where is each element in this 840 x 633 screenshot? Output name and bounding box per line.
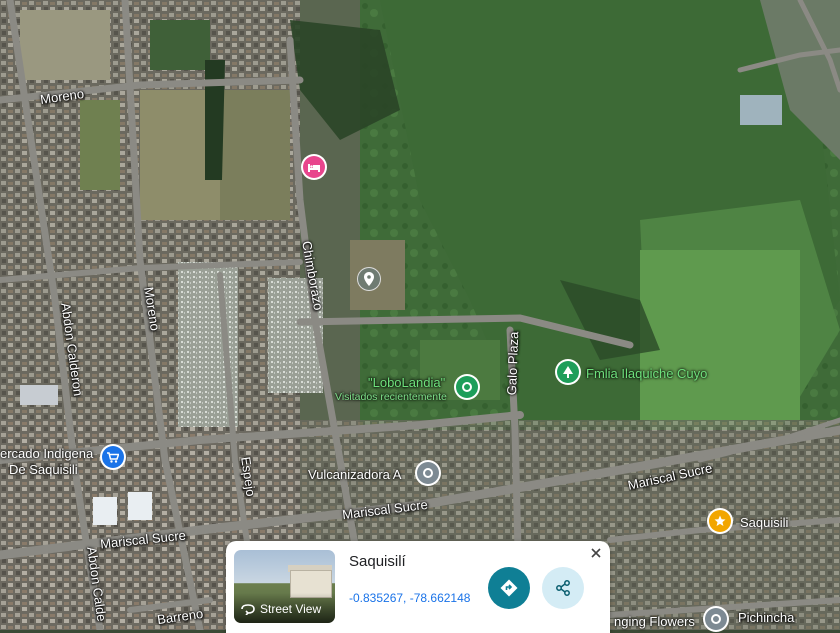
mercado-pin[interactable] bbox=[102, 446, 124, 468]
fmlia-label[interactable]: Fmlia Ilaquiche Cuyo bbox=[586, 366, 707, 381]
shopping-cart-icon bbox=[107, 451, 119, 463]
star-icon bbox=[714, 515, 726, 526]
share-icon bbox=[556, 580, 570, 596]
place-pin-icon bbox=[711, 614, 721, 624]
vulcanizadora-label[interactable]: Vulcanizadora A bbox=[308, 467, 401, 482]
place-pin-icon bbox=[462, 382, 472, 392]
fmlia-pin[interactable] bbox=[557, 361, 579, 383]
saquisili-pin[interactable] bbox=[709, 510, 731, 532]
hotel-pin[interactable] bbox=[303, 156, 325, 178]
street-label-galo-plaza: Galo Plaza bbox=[504, 331, 522, 396]
lobolandia-pin[interactable] bbox=[456, 376, 478, 398]
vulcanizadora-pin[interactable] bbox=[417, 462, 439, 484]
lobolandia-label[interactable]: "LoboLandia" bbox=[368, 375, 445, 390]
mercado-label-line2[interactable]: De Saquisili bbox=[9, 462, 78, 477]
close-icon bbox=[591, 548, 601, 558]
place-pin-icon bbox=[423, 468, 433, 478]
dropped-pin[interactable] bbox=[358, 268, 380, 290]
coordinates-link[interactable]: -0.835267, -78.662148 bbox=[349, 591, 470, 605]
street-label-pichincha: Pichincha bbox=[738, 610, 795, 625]
street-view-icon bbox=[241, 604, 255, 615]
mercado-label-line1[interactable]: ercado Indigena bbox=[0, 446, 93, 461]
hotel-icon bbox=[308, 164, 320, 172]
flowers-label[interactable]: nging Flowers bbox=[614, 614, 695, 629]
location-info-card: Street View Saquisilí -0.835267, -78.662… bbox=[226, 541, 610, 633]
share-button[interactable] bbox=[542, 567, 584, 609]
street-view-thumbnail[interactable]: Street View bbox=[234, 550, 335, 623]
saquisili-label[interactable]: Saquisili bbox=[740, 515, 788, 530]
place-title: Saquisilí bbox=[349, 553, 406, 570]
street-view-label: Street View bbox=[260, 602, 322, 616]
directions-icon bbox=[500, 579, 518, 597]
dropped-pin-icon bbox=[364, 272, 374, 286]
close-button[interactable] bbox=[588, 546, 604, 562]
directions-button[interactable] bbox=[488, 567, 530, 609]
flowers-pin[interactable] bbox=[705, 608, 727, 630]
lobolandia-sublabel: Visitados recientemente bbox=[335, 391, 447, 403]
park-icon bbox=[563, 366, 573, 378]
